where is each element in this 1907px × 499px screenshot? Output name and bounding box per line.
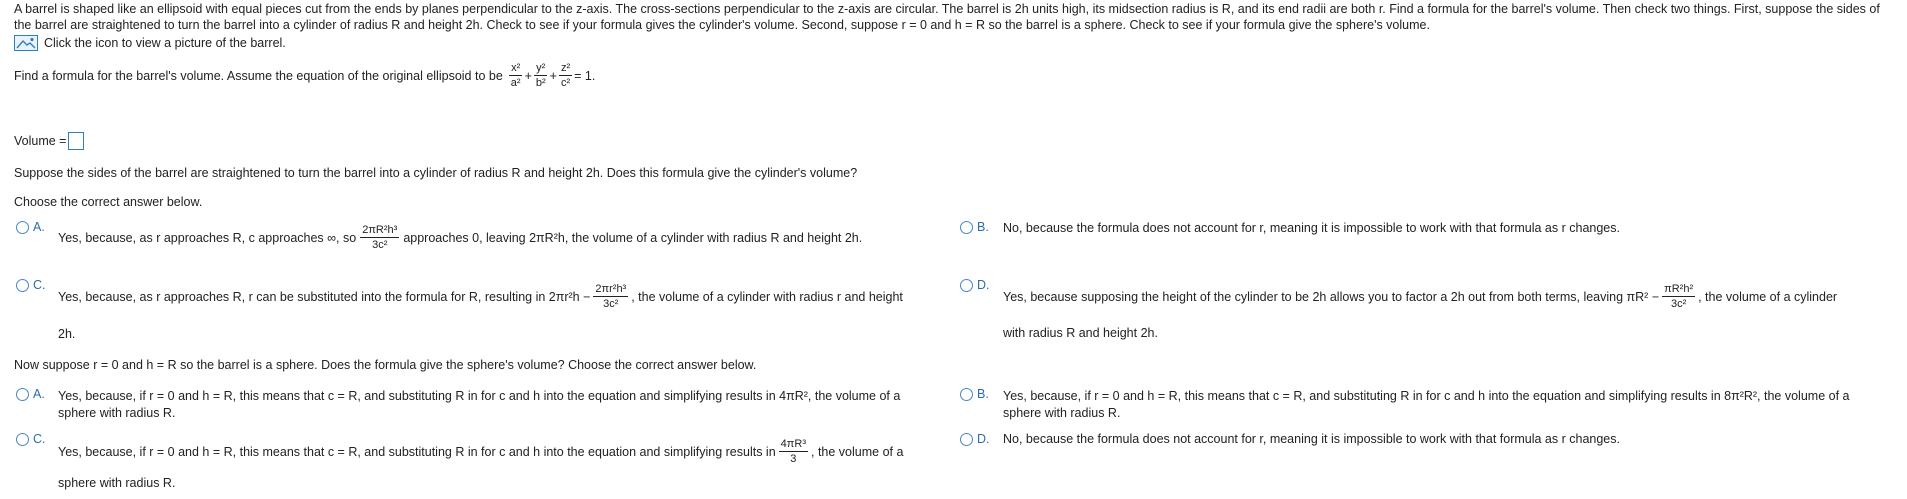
eq-rhs: = 1. — [574, 68, 596, 83]
plus-sign: + — [549, 68, 557, 83]
volume-answer-box[interactable] — [68, 132, 85, 150]
part2-option-b-text: No, because the formula does not account… — [1003, 221, 1620, 235]
fraction: πR²h² 3c² — [1662, 283, 1696, 310]
picture-link[interactable]: Click the icon to view a picture of the … — [14, 35, 286, 51]
eq-term-y: y² b² — [534, 62, 548, 89]
part2-option-d-line2: with radius R and height 2h. — [1003, 326, 1158, 340]
part2-option-b-select[interactable]: B. — [960, 220, 989, 234]
part2-option-c-select[interactable]: C. — [16, 278, 46, 292]
radio-button[interactable] — [960, 387, 973, 401]
part3-option-a-select[interactable]: A. — [16, 387, 45, 401]
fraction: 2πr²h³ 3c² — [593, 283, 629, 310]
part3-option-b-select[interactable]: B. — [960, 387, 989, 401]
radio-button[interactable] — [960, 278, 973, 292]
plus-sign: + — [524, 68, 532, 83]
part3-option-b-line2: sphere with radius R. — [1003, 406, 1121, 420]
part3-option-d-select[interactable]: D. — [960, 432, 990, 446]
part2-instruction: Choose the correct answer below. — [14, 195, 203, 209]
part1-prompt-row: Find a formula for the barrel's volume. … — [14, 62, 595, 89]
part3-option-b-text: Yes, because, if r = 0 and h = R, this m… — [1003, 389, 1850, 403]
part2-option-a-select[interactable]: A. — [16, 220, 45, 234]
problem-statement: A barrel is shaped like an ellipsoid wit… — [14, 2, 1880, 32]
radio-button[interactable] — [960, 432, 973, 446]
eq-term-z: z² c² — [558, 62, 573, 89]
radio-button[interactable] — [960, 220, 973, 234]
fraction: 2πR²h³ 3c² — [360, 224, 400, 251]
eq-term-x: x² a² — [509, 62, 523, 89]
part3-option-c-line2: sphere with radius R. — [58, 476, 176, 490]
image-icon[interactable] — [14, 35, 38, 51]
part2-option-d-text: Yes, because supposing the height of the… — [1003, 283, 1838, 310]
part3-option-a-line2: sphere with radius R. — [58, 406, 176, 420]
part2-question: Suppose the sides of the barrel are stra… — [14, 166, 858, 180]
radio-button[interactable] — [16, 278, 29, 292]
picture-link-text[interactable]: Click the icon to view a picture of the … — [44, 36, 286, 50]
volume-row: Volume = — [14, 132, 85, 150]
part3-option-d-text: No, because the formula does not account… — [1003, 432, 1620, 446]
radio-button[interactable] — [16, 220, 29, 234]
part3-option-a-text: Yes, because, if r = 0 and h = R, this m… — [58, 389, 901, 403]
part2-option-c-text: Yes, because, as r approaches R, r can b… — [58, 283, 903, 310]
part3-option-c-select[interactable]: C. — [16, 432, 46, 446]
volume-label: Volume = — [14, 134, 67, 148]
part2-option-a-text: Yes, because, as r approaches R, c appro… — [58, 224, 863, 251]
radio-button[interactable] — [16, 432, 29, 446]
fraction: 4πR³ 3 — [778, 438, 808, 465]
radio-button[interactable] — [16, 387, 29, 401]
part2-option-d-select[interactable]: D. — [960, 278, 990, 292]
part3-question: Now suppose r = 0 and h = R so the barre… — [14, 358, 757, 372]
part2-option-c-line2: 2h. — [58, 327, 76, 341]
part3-option-c-text: Yes, because, if r = 0 and h = R, this m… — [58, 438, 904, 465]
part1-prompt: Find a formula for the barrel's volume. … — [14, 68, 503, 83]
